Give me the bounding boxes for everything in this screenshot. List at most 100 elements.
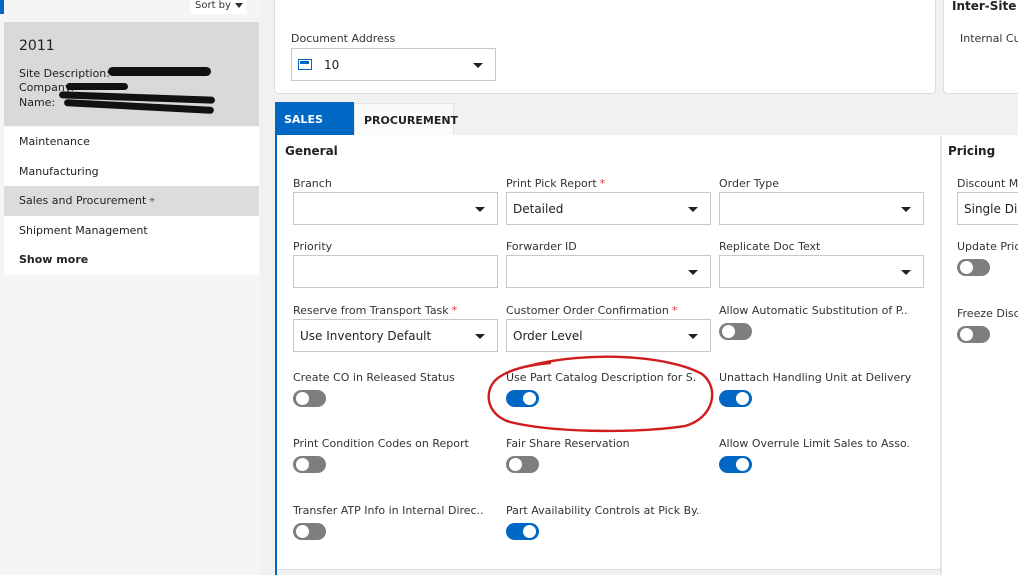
discount-method-select[interactable]: Single Disc (957, 192, 1018, 225)
chevron-down-icon (688, 207, 698, 212)
create-co-released-toggle[interactable] (293, 390, 326, 407)
branch-select[interactable] (293, 192, 498, 225)
toggle-knob (296, 458, 309, 471)
order-type-select[interactable] (719, 192, 924, 225)
chevron-down-icon (901, 207, 911, 212)
chevron-down-icon (688, 334, 698, 339)
chevron-down-icon (475, 207, 485, 212)
customer-order-confirmation-value: Order Level (513, 328, 583, 343)
document-address-value: 10 (324, 57, 340, 72)
section-bottom-edge (277, 569, 940, 575)
reserve-transport-value: Use Inventory Default (300, 328, 432, 343)
internal-customer-label: Internal Cu (960, 32, 1018, 45)
chevron-down-icon (473, 63, 483, 68)
show-more-link[interactable]: Show more (4, 245, 259, 275)
customer-order-confirmation-select[interactable]: Order Level (506, 319, 711, 352)
customer-order-confirmation-label: Customer Order Confirmation * (506, 304, 677, 317)
forwarder-id-label: Forwarder ID (506, 240, 577, 253)
tab-label: SALES (284, 112, 323, 126)
discount-method-label: Discount Me (957, 177, 1018, 190)
toggle-knob (736, 392, 749, 405)
selection-accent (0, 0, 4, 14)
print-pick-report-value: Detailed (513, 201, 564, 216)
print-pick-report-select[interactable]: Detailed (506, 192, 711, 225)
tab-sales[interactable]: SALES (275, 102, 354, 136)
part-availability-controls-toggle[interactable] (506, 523, 539, 540)
toggle-knob (960, 328, 973, 341)
site-id: 2011 (19, 38, 55, 54)
priority-label: Priority (293, 240, 333, 253)
inter-site-title: Inter-Site (952, 0, 1017, 13)
update-price-label: Update Pric (957, 240, 1018, 253)
sidebar-nav: Maintenance Manufacturing Sales and Proc… (4, 127, 259, 275)
document-address-card: Document Address 10 (274, 0, 936, 94)
site-description-label: Site Description: (19, 67, 110, 80)
sidebar-item-label: Shipment Management (19, 223, 148, 237)
sort-by-button[interactable]: Sort by (190, 0, 246, 14)
chevron-down-icon (475, 334, 485, 339)
unattach-handling-unit-label: Unattach Handling Unit at Delivery (719, 371, 912, 384)
create-co-released-label: Create CO in Released Status (293, 371, 455, 384)
site-card[interactable]: 2011 Site Description: Company: Name: (4, 22, 259, 126)
replicate-doc-text-select[interactable] (719, 255, 924, 288)
allow-overrule-limit-label: Allow Overrule Limit Sales to Asso... (719, 437, 909, 450)
tab-label: PROCUREMENT (364, 113, 459, 127)
print-pick-report-label-text: Print Pick Report (506, 177, 597, 190)
update-price-toggle[interactable] (957, 259, 990, 276)
redaction-scribble (108, 67, 211, 76)
toggle-knob (296, 525, 309, 538)
transfer-atp-toggle[interactable] (293, 523, 326, 540)
required-mark: * (599, 177, 606, 190)
toggle-knob (960, 261, 973, 274)
branch-label: Branch (293, 177, 332, 190)
toggle-knob (296, 392, 309, 405)
chevron-down-icon (234, 2, 243, 8)
toggle-knob (509, 458, 522, 471)
show-more-label: Show more (19, 253, 89, 267)
sidebar-item-label: Manufacturing (19, 164, 99, 178)
red-annotation-circle (487, 355, 714, 433)
reserve-transport-select[interactable]: Use Inventory Default (293, 319, 498, 352)
document-address-select[interactable]: 10 (291, 48, 496, 81)
pricing-section-title: Pricing (948, 144, 996, 158)
priority-input[interactable] (293, 255, 498, 288)
sidebar-item-manufacturing[interactable]: Manufacturing (4, 157, 259, 187)
required-mark: * (451, 304, 458, 317)
general-section-title: General (285, 144, 338, 158)
sidebar-item-maintenance[interactable]: Maintenance (4, 127, 259, 157)
print-condition-codes-label: Print Condition Codes on Report (293, 437, 469, 450)
toggle-knob (736, 458, 749, 471)
forwarder-id-select[interactable] (506, 255, 711, 288)
order-type-label: Order Type (719, 177, 780, 190)
sidebar-item-shipment-management[interactable]: Shipment Management (4, 216, 259, 246)
sort-by-label: Sort by (195, 0, 231, 11)
chevron-down-icon (901, 270, 911, 275)
part-availability-controls-label: Part Availability Controls at Pick By... (506, 504, 701, 517)
allow-auto-substitution-toggle[interactable] (719, 323, 752, 340)
replicate-doc-text-label: Replicate Doc Text (719, 240, 821, 253)
section-divider (940, 136, 942, 575)
required-mark: * (671, 304, 678, 317)
fair-share-reservation-toggle[interactable] (506, 456, 539, 473)
toggle-knob (523, 525, 536, 538)
unattach-handling-unit-toggle[interactable] (719, 390, 752, 407)
allow-overrule-limit-toggle[interactable] (719, 456, 752, 473)
address-icon (298, 59, 312, 70)
pin-icon[interactable]: ⌖ (149, 195, 155, 206)
customer-order-confirmation-label-text: Customer Order Confirmation (506, 304, 669, 317)
sidebar-item-sales-procurement[interactable]: Sales and Procurement ⌖ (4, 186, 259, 216)
reserve-transport-label-text: Reserve from Transport Task (293, 304, 449, 317)
tab-procurement[interactable]: PROCUREMENT (354, 103, 458, 137)
freeze-discount-toggle[interactable] (957, 326, 990, 343)
transfer-atp-label: Transfer ATP Info in Internal Direc... (293, 504, 483, 517)
document-address-label: Document Address (291, 32, 396, 45)
sidebar-item-label: Sales and Procurement (19, 194, 147, 208)
sidebar-item-label: Maintenance (19, 135, 90, 149)
allow-auto-substitution-label: Allow Automatic Substitution of P... (719, 304, 909, 317)
inter-site-card: Inter-Site Internal Cu (943, 0, 1018, 94)
print-pick-report-label: Print Pick Report * (506, 177, 605, 190)
fair-share-reservation-label: Fair Share Reservation (506, 437, 630, 450)
reserve-transport-label: Reserve from Transport Task * (293, 304, 457, 317)
print-condition-codes-toggle[interactable] (293, 456, 326, 473)
chevron-down-icon (688, 270, 698, 275)
